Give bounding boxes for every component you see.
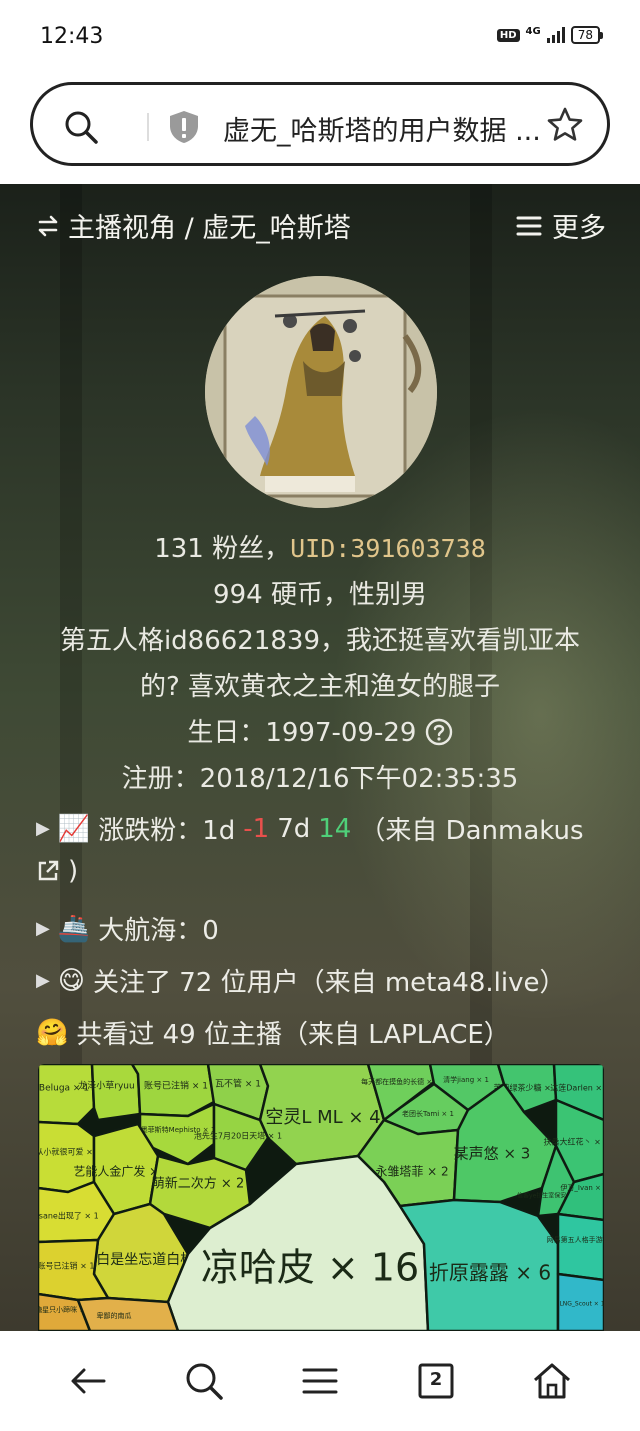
treemap-cell[interactable]: 账号已注销 × 1 (130, 1064, 216, 1118)
treemap-cell-label: 折原露露 × 6 (429, 1261, 551, 1285)
expand-triangle-icon[interactable]: ▶ (36, 970, 50, 991)
fans-1d-value: -1 (243, 813, 270, 844)
hd-icon: HD (496, 28, 520, 42)
treemap-cell-label: 凉哈皮 × 16 (201, 1246, 419, 1290)
address-bar[interactable]: 虚无_哈斯塔的用户数据 ... (30, 82, 610, 166)
fans-7d-value: 14 (318, 813, 352, 844)
status-bar: 12:43 HD 4G 78 (0, 0, 640, 72)
close-paren: ) (68, 856, 79, 886)
swap-icon[interactable] (36, 215, 60, 237)
signal-icon (546, 27, 565, 43)
treemap-svg: Beluga × 1龙泽小草ryuu × 1账号已注销 × 1 瓦不管 × 1空灵… (38, 1064, 604, 1331)
treemap-cell-label: 阿样从小就很可爱 × 1 (38, 1147, 100, 1157)
treemap-cell-label: 伊万_Ivan × 1 (560, 1183, 604, 1192)
treemap-cell-label: 老团长Tami × 1 (402, 1109, 454, 1118)
treemap-cell-label: 账号已注销 × 1 (144, 1080, 208, 1092)
birthday-text: 生日：1997-09-29 (187, 718, 417, 748)
search-icon[interactable] (182, 1359, 226, 1403)
status-icons: HD 4G 78 (496, 26, 604, 44)
expand-triangle-icon[interactable]: ▶ (36, 818, 50, 839)
address-divider (147, 113, 149, 141)
treemap-cell[interactable]: Beluga × 1 (38, 1064, 96, 1126)
treemap-cell-label: 空灵L ML × 4 (265, 1107, 380, 1128)
chart-emoji-icon: 📈 (57, 813, 91, 844)
follows-row[interactable]: ▶ 😋 关注了 72 位用户（来自 meta48.live） (36, 962, 565, 999)
treemap-cell-label: 账号已注销 × 1 (38, 1261, 94, 1271)
treemap-cell-label: 永雏塔菲 × 2 (375, 1164, 448, 1179)
treemap-cell-shape[interactable] (38, 1064, 96, 1126)
register-date: 注册：2018/12/16下午02:35:35 (121, 764, 519, 794)
guard-row[interactable]: ▶ 🚢 大航海：0 (36, 910, 219, 947)
birthday-line: 生日：1997-09-29 (0, 712, 640, 749)
treemap-cell-label: 某声悠 × 3 (454, 1145, 531, 1163)
shield-icon[interactable] (167, 109, 201, 145)
treemap-cell-label: Asane出现了 × 1 (38, 1211, 99, 1221)
expand-triangle-icon[interactable]: ▶ (36, 918, 50, 939)
bio-line-1: 第五人格id86621839，我还挺喜欢看凯亚本 (59, 626, 581, 656)
followers-uid-line: 131 粉丝，UID:391603738 (0, 528, 640, 565)
menu-icon[interactable] (516, 215, 542, 237)
fans-trend-label: 涨跌粉：1d (98, 816, 236, 846)
coins-gender: 994 硬币，性别男 (213, 580, 427, 610)
profile-page: 主播视角 / 虚无_哈斯塔 更多 131 粉丝，UID:391603738 99… (0, 184, 640, 1331)
perspective-switch[interactable]: 主播视角 / 虚无_哈斯塔 (36, 206, 351, 245)
treemap-cell-shape[interactable] (90, 1064, 142, 1122)
treemap-cell-label: 网易第五人格手游 × 1 (547, 1235, 604, 1244)
fans-7d-label: 7d (277, 813, 311, 844)
treemap-cell-shape[interactable] (38, 1120, 96, 1194)
breadcrumb[interactable]: 主播视角 / 虚无_哈斯塔 (68, 206, 351, 245)
bio-line-2: 的? 喜欢黄衣之主和渔女的腿子 (139, 672, 501, 702)
page-title-text[interactable]: 虚无_哈斯塔的用户数据 ... (223, 109, 563, 148)
uid-text[interactable]: UID:391603738 (290, 534, 486, 563)
tabs-button[interactable]: 2 (414, 1359, 458, 1403)
fans-source[interactable]: （来自 Danmakus (359, 810, 583, 847)
watched-row: 🤗 共看过 49 位主播（来自 LAPLACE） (36, 1014, 510, 1051)
avatar-artwork (205, 276, 437, 508)
treemap-cell-label: LNG_Scout × 1 (559, 1301, 604, 1308)
treemap-cell-label: 萌新二次方 × 2 (152, 1176, 244, 1192)
follows-label: 关注了 72 位用户（来自 meta48.live） (92, 968, 566, 998)
battery-icon: 78 (570, 26, 604, 44)
more-menu-button[interactable]: 更多 (516, 206, 606, 245)
yum-emoji-icon: 😋 (57, 965, 85, 996)
guard-label: 大航海：0 (98, 916, 219, 946)
treemap-cell[interactable]: 卑鄙的南瓜 (76, 1296, 180, 1331)
treemap-cell[interactable]: LNG_Scout × 1 (556, 1272, 604, 1331)
treemap-cell-label: 达莲Darlen × 1 (550, 1083, 604, 1093)
treemap-cell-shape[interactable] (556, 1212, 604, 1282)
more-label[interactable]: 更多 (552, 206, 606, 245)
network-type-label: 4G (525, 26, 541, 37)
fans-source-continuation: ) (36, 856, 78, 886)
fans-trend-row[interactable]: ▶ 📈 涨跌粉：1d -1 7d 14 （来自 Danmakus (36, 810, 584, 847)
ship-emoji-icon: 🚢 (57, 913, 91, 944)
treemap-cell-label: 扶桑大红花丶 × 1 (544, 1137, 604, 1147)
treemap-cell-label: 泡先生7月20日天塔 × 1 (194, 1131, 282, 1141)
external-link-icon[interactable] (36, 859, 60, 883)
bottom-toolbar: 2 (0, 1331, 640, 1431)
treemap-cell-label: 瓦不管 × 1 (215, 1078, 261, 1090)
treemap-cell-label: 卑鄙的南瓜 (97, 1311, 132, 1320)
treemap-cell-label: 清学jiang × 1 (443, 1075, 489, 1084)
tab-count[interactable]: 2 (414, 1369, 458, 1390)
search-icon[interactable] (63, 109, 99, 145)
watched-streamers-treemap: Beluga × 1 龙泽小草ryuu × 1 账号已注销 × 1 瓦不管 × 1 空灵… (38, 1064, 604, 1331)
hug-emoji-icon: 🤗 (36, 1017, 69, 1048)
watched-label: 共看过 49 位主播（来自 LAPLACE） (76, 1020, 510, 1050)
status-time: 12:43 (40, 24, 104, 49)
back-arrow-icon[interactable] (66, 1359, 110, 1403)
home-icon[interactable] (530, 1359, 574, 1403)
help-icon[interactable] (425, 718, 453, 746)
avatar[interactable] (205, 276, 437, 508)
treemap-cell-label: 每天都在摸鱼的长德 × 1 (361, 1077, 439, 1086)
menu-icon[interactable] (298, 1359, 342, 1403)
bookmark-star-icon[interactable] (545, 105, 585, 145)
followers-count: 131 粉丝， (154, 534, 291, 564)
treemap-cell[interactable]: 阿样从小就很可爱 × 1 (38, 1120, 100, 1194)
top-nav: 主播视角 / 虚无_哈斯塔 更多 (36, 206, 606, 246)
